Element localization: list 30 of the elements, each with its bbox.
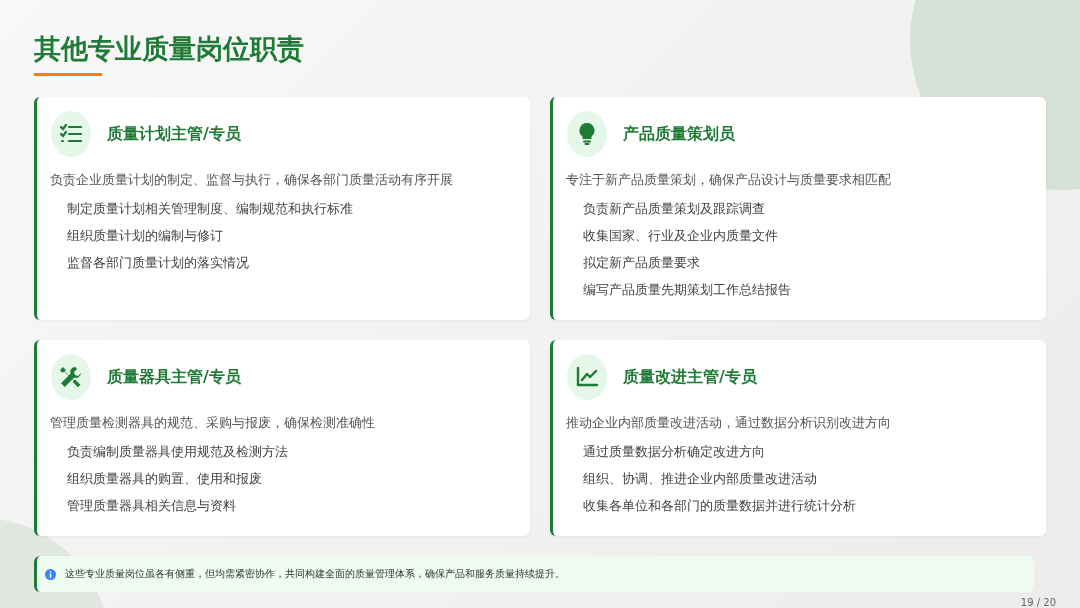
duty-item: 负责编制质量器具使用规范及检测方法	[67, 443, 289, 461]
duty-item: 收集各单位和各部门的质量数据并进行统计分析	[583, 497, 857, 515]
duty-item: 收集国家、行业及企业内质量文件	[583, 227, 779, 245]
info-icon	[45, 568, 56, 580]
card-summary: 推动企业内部质量改进活动，通过数据分析识别改进方向	[566, 414, 892, 432]
duty-item: 编写产品质量先期策划工作总结报告	[583, 281, 792, 299]
card-summary: 管理质量检测器具的规范、采购与报废，确保检测准确性	[50, 414, 376, 432]
card-summary: 负责企业质量计划的制定、监督与执行，确保各部门质量活动有序开展	[50, 171, 454, 189]
card-title: 质量计划主管/专员	[107, 123, 241, 145]
card-title: 质量器具主管/专员	[107, 366, 241, 388]
title-underline	[34, 73, 102, 76]
note-text: 这些专业质量岗位虽各有侧重，但均需紧密协作，共同构建全面的质量管理体系，确保产品和服务质量持续提升。	[65, 567, 565, 581]
duty-item: 组织、协调、推进企业内部质量改进活动	[583, 470, 818, 488]
slide-title: 其他专业质量岗位职责	[34, 32, 305, 66]
duty-item: 监督各部门质量计划的落实情况	[67, 254, 250, 272]
duty-item: 负责新产品质量策划及跟踪调查	[583, 200, 766, 218]
card-title: 产品质量策划员	[623, 123, 735, 145]
line-chart-icon	[576, 367, 598, 387]
duty-item: 通过质量数据分析确定改进方向	[583, 443, 766, 461]
duty-item: 管理质量器具相关信息与资料	[67, 497, 237, 515]
duty-item: 拟定新产品质量要求	[583, 254, 701, 272]
page-number: 19 / 20	[1020, 597, 1056, 608]
checklist-icon	[60, 124, 82, 144]
wrench-screwdriver-icon	[60, 366, 82, 388]
card-summary: 专注于新产品质量策划，确保产品设计与质量要求相匹配	[566, 171, 892, 189]
card-title: 质量改进主管/专员	[623, 366, 757, 388]
duty-item: 组织质量计划的编制与修订	[67, 227, 224, 245]
duty-item: 组织质量器具的购置、使用和报废	[67, 470, 263, 488]
duty-item: 制定质量计划相关管理制度、编制规范和执行标准	[67, 200, 354, 218]
lightbulb-icon	[579, 123, 595, 145]
